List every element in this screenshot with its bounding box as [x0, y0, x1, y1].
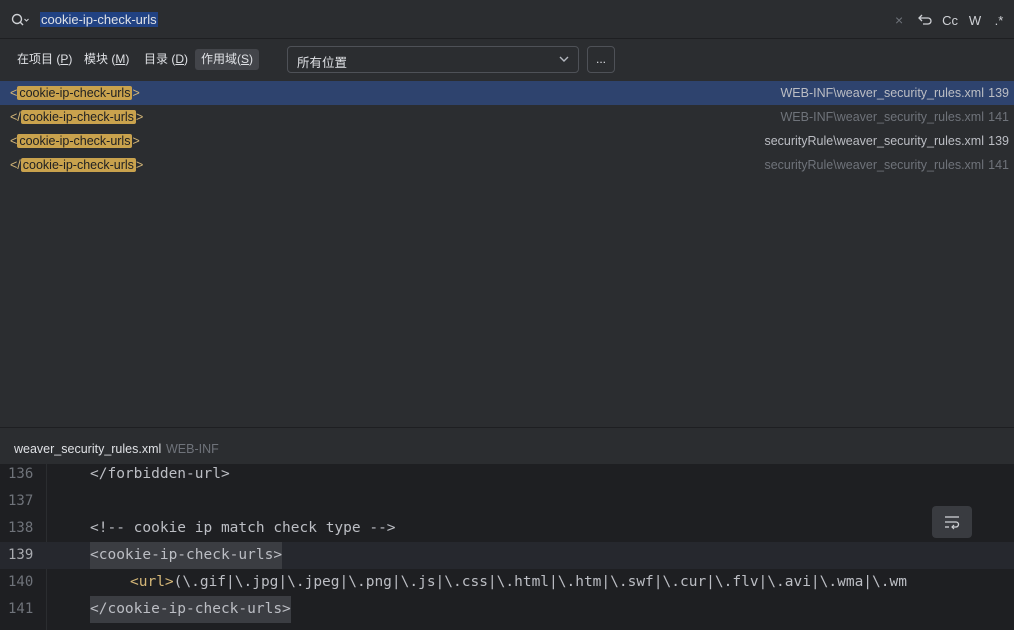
- preview-file-dir: WEB-INF: [166, 442, 219, 456]
- match-highlight: cookie-ip-check-urls: [20, 110, 136, 124]
- scope-row: 在项目 (P) 模块 (M) 目录 (D) 作用域(S) 所有位置 ...: [0, 40, 1014, 80]
- tab-mnemonic: D: [175, 52, 185, 66]
- line-number: 136: [8, 466, 34, 482]
- code-line: 140 <url>(\.gif|\.jpg|\.jpeg|\.png|\.js|…: [0, 569, 1014, 596]
- result-file: securityRule\weaver_security_rules.xml: [764, 158, 984, 172]
- search-bar: cookie-ip-check-urls × Cc W .*: [0, 0, 1014, 39]
- tab-mnemonic: M: [115, 52, 126, 66]
- match-case-button[interactable]: Cc: [942, 13, 958, 28]
- tab-mnemonic: S: [241, 52, 250, 66]
- results-list: < cookie-ip-check-urls > WEB-INF\weaver_se…: [0, 81, 1014, 426]
- result-code: </cookie-ip-check-urls >: [10, 105, 143, 129]
- preview-file-name: weaver_security_rules.xml: [14, 442, 162, 456]
- code-preview[interactable]: 136 </forbidden-url> 137 138 <!-- cookie…: [0, 464, 1014, 630]
- result-code: < cookie-ip-check-urls >: [10, 129, 140, 153]
- result-file: securityRule\weaver_security_rules.xml: [764, 134, 984, 148]
- code-line: 137: [0, 488, 1014, 515]
- match-highlight: cookie-ip-check-urls: [20, 158, 136, 172]
- result-line: 139: [988, 86, 1009, 100]
- result-file: WEB-INF\weaver_security_rules.xml: [780, 110, 984, 124]
- code-text: </forbidden-url>: [90, 466, 230, 482]
- line-number: 137: [8, 493, 34, 509]
- soft-wrap-icon: [945, 516, 960, 530]
- result-code: </cookie-ip-check-urls >: [10, 153, 143, 177]
- result-row[interactable]: < cookie-ip-check-urls > WEB-INF\weaver_se…: [0, 81, 1014, 105]
- line-number: 139: [8, 547, 34, 563]
- search-input[interactable]: cookie-ip-check-urls: [40, 10, 158, 30]
- result-row[interactable]: </cookie-ip-check-urls > securityRule\wea…: [0, 153, 1014, 177]
- whole-words-button[interactable]: W: [968, 13, 982, 28]
- code-text: </cookie-ip-check-urls>: [90, 596, 291, 623]
- tag-close: >: [135, 158, 144, 172]
- result-line: 141: [988, 110, 1009, 124]
- tag-open: </: [10, 110, 21, 124]
- location-select[interactable]: 所有位置: [287, 46, 579, 73]
- search-options: × Cc W .*: [892, 10, 1006, 30]
- result-row[interactable]: </cookie-ip-check-urls > WEB-INF\weaver_s…: [0, 105, 1014, 129]
- tab-directory[interactable]: 目录 (D): [138, 49, 194, 70]
- match-highlight: cookie-ip-check-urls: [17, 86, 133, 100]
- new-line-icon[interactable]: [916, 12, 932, 29]
- result-line: 139: [988, 134, 1009, 148]
- regex-button[interactable]: .*: [992, 13, 1006, 28]
- search-query: cookie-ip-check-urls: [40, 12, 158, 27]
- code-line: 141 </cookie-ip-check-urls>: [0, 596, 1014, 623]
- chevron-down-icon: [558, 51, 570, 70]
- code-line: 138 <!-- cookie ip match check type -->: [0, 515, 1014, 542]
- result-code: < cookie-ip-check-urls >: [10, 81, 140, 105]
- result-row[interactable]: < cookie-ip-check-urls > securityRule\weav…: [0, 129, 1014, 153]
- tab-project[interactable]: 在项目 (P): [11, 49, 78, 70]
- code-text: <!-- cookie ip match check type -->: [90, 520, 396, 536]
- code-text: <cookie-ip-check-urls>: [90, 542, 283, 569]
- line-number: 141: [8, 601, 34, 617]
- url-pattern: (\.gif|\.jpg|\.jpeg|\.png|\.js|\.css|\.h…: [173, 574, 907, 590]
- tab-label: 目录: [144, 52, 169, 66]
- tag-open: </: [10, 158, 21, 172]
- match-highlight: cookie-ip-check-urls: [17, 134, 133, 148]
- url-tag: <url>: [130, 574, 174, 590]
- tab-label: 模块: [84, 52, 109, 66]
- tab-label: 作用域: [201, 52, 238, 66]
- current-code-line: 139 <cookie-ip-check-urls>: [0, 542, 1014, 569]
- result-line: 141: [988, 158, 1009, 172]
- code-text: <url>(\.gif|\.jpg|\.jpeg|\.png|\.js|\.cs…: [130, 569, 907, 596]
- line-number: 140: [8, 574, 34, 590]
- tag-close: >: [132, 134, 140, 148]
- tag-close: >: [135, 110, 144, 124]
- tab-scope[interactable]: 作用域(S): [195, 49, 260, 70]
- tab-mnemonic: P: [60, 52, 69, 66]
- line-number: 138: [8, 520, 34, 536]
- soft-wrap-button[interactable]: [932, 506, 972, 538]
- result-file: WEB-INF\weaver_security_rules.xml: [780, 86, 984, 100]
- tab-module[interactable]: 模块 (M): [78, 49, 135, 70]
- tab-label: 在项目: [17, 52, 54, 66]
- more-options-button[interactable]: ...: [587, 46, 615, 73]
- location-value: 所有位置: [297, 56, 348, 70]
- code-line: 136 </forbidden-url>: [0, 461, 1014, 488]
- clear-icon[interactable]: ×: [892, 12, 906, 28]
- tag-close: >: [132, 86, 140, 100]
- preview-header: weaver_security_rules.xml WEB-INF: [0, 427, 1014, 464]
- search-history-icon[interactable]: [10, 11, 30, 29]
